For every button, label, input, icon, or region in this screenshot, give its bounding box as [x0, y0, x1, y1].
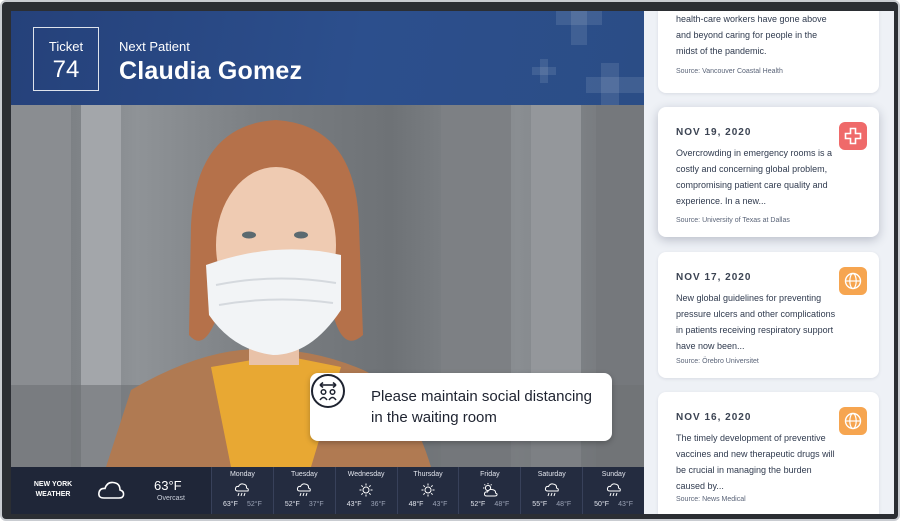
cloud-icon — [98, 481, 125, 499]
decor-cross — [601, 63, 619, 105]
news-source: Source: Vancouver Coastal Health — [676, 68, 783, 75]
forecast-day: Sunday 50°F 43°F — [582, 467, 645, 514]
news-body: The timely development of preventive vac… — [676, 433, 835, 491]
forecast-day: Wednesday 43°F 36°F — [334, 467, 397, 514]
forecast-day: Friday 52°F 48°F — [458, 467, 521, 514]
globe-icon — [844, 272, 862, 290]
display-bezel: Ticket 74 Next Patient Claudia Gomez Ple… — [0, 0, 900, 521]
day-name: Wednesday — [347, 471, 385, 478]
decor-cross — [540, 59, 548, 83]
news-source: Source: News Medical — [676, 496, 746, 503]
rain-icon — [297, 483, 312, 497]
patient-name: Claudia Gomez — [119, 57, 303, 85]
sun-icon — [421, 483, 435, 497]
news-card[interactable]: NOV 17, 2020 New global guidelines for p… — [658, 252, 879, 378]
day-high: 50°F — [594, 501, 610, 508]
news-date: NOV 19, 2020 — [676, 127, 752, 138]
signage-screen: Ticket 74 Next Patient Claudia Gomez Ple… — [11, 11, 894, 514]
day-low: 37°F — [308, 501, 324, 508]
day-name: Monday — [229, 471, 255, 478]
forecast-day: Tuesday 52°F 37°F — [272, 467, 335, 514]
partly-cloudy-icon — [482, 483, 498, 497]
day-name: Sunday — [601, 471, 626, 478]
rain-icon — [544, 483, 559, 497]
news-body: Overcrowding in emergency rooms is a cos… — [676, 148, 833, 206]
rain-icon — [235, 483, 250, 497]
rain-icon — [606, 483, 621, 497]
next-patient-label: Next Patient — [119, 39, 190, 54]
social-distancing-icon — [311, 374, 345, 408]
day-high: 48°F — [408, 501, 424, 508]
decor-cross — [571, 11, 587, 45]
current-condition: Overcast — [157, 495, 186, 502]
distancing-message: Please maintain social distancing in the… — [371, 388, 592, 426]
day-high: 52°F — [470, 501, 486, 508]
news-card[interactable]: NOV 16, 2020 The timely development of p… — [658, 392, 879, 514]
news-body: New global guidelines for preventing pre… — [676, 293, 836, 351]
badge — [839, 122, 867, 150]
weather-bar: NEW YORK WEATHER 63°F Overcast Monday 63… — [11, 467, 645, 514]
day-name: Tuesday — [290, 471, 318, 478]
day-high: 52°F — [284, 501, 300, 508]
badge — [839, 407, 867, 435]
medical-cross-icon — [844, 127, 862, 145]
badge — [839, 267, 867, 295]
news-source: Source: University of Texas at Dallas — [676, 217, 790, 224]
day-low: 43°F — [618, 501, 634, 508]
forecast-day: Thursday 48°F 43°F — [396, 467, 459, 514]
sun-icon — [359, 483, 373, 497]
current-temperature: 63°F — [154, 478, 182, 493]
day-low: 52°F — [246, 501, 262, 508]
day-low: 48°F — [494, 501, 510, 508]
forecast-days: Monday 63°F 52°F Tuesday 52°F 37°F Wedne… — [211, 467, 645, 514]
news-date: NOV 17, 2020 — [676, 272, 752, 283]
patient-header: Ticket 74 Next Patient Claudia Gomez — [11, 11, 644, 105]
forecast-day: Monday 63°F 52°F — [211, 467, 273, 514]
day-name: Friday — [480, 471, 500, 478]
forecast-day: Saturday 55°F 48°F — [520, 467, 583, 514]
ticket-box: Ticket 74 — [33, 27, 99, 91]
news-date: NOV 16, 2020 — [676, 412, 752, 423]
weather-city: NEW YORK WEATHER — [33, 481, 73, 498]
distancing-notice: Please maintain social distancing in the… — [310, 373, 612, 441]
news-sidebar: health-care workers have gone above and … — [644, 11, 894, 514]
day-high: 63°F — [223, 501, 238, 508]
day-name: Thursday — [413, 471, 443, 478]
news-source: Source: Örebro Universitet — [676, 358, 759, 365]
news-card[interactable]: health-care workers have gone above and … — [658, 11, 879, 93]
background-photo: Please maintain social distancing in the… — [11, 105, 644, 467]
ticket-number: 74 — [52, 56, 80, 83]
day-name: Saturday — [537, 471, 566, 478]
globe-icon — [844, 412, 862, 430]
day-low: 36°F — [370, 501, 386, 508]
news-card[interactable]: NOV 19, 2020 Overcrowding in emergency r… — [658, 107, 879, 237]
ticket-label: Ticket — [48, 39, 84, 54]
day-high: 43°F — [346, 501, 362, 508]
day-high: 55°F — [532, 501, 548, 508]
day-low: 48°F — [556, 501, 572, 508]
news-body: health-care workers have gone above and … — [676, 14, 827, 56]
day-low: 43°F — [432, 501, 448, 508]
